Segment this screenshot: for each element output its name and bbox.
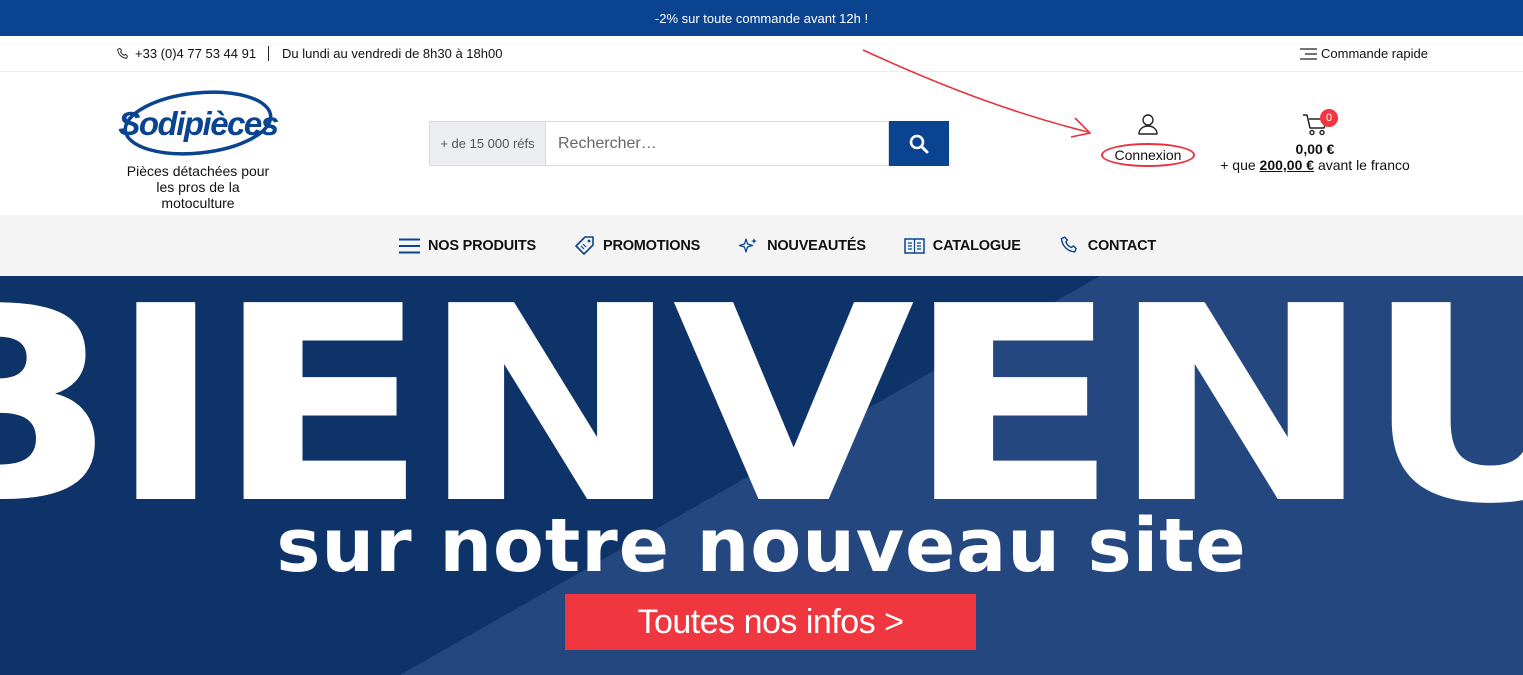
franco-suffix: avant le franco xyxy=(1317,157,1410,173)
logo-mark: Sodipièces xyxy=(118,90,280,156)
free-shipping-note: + que 200,00 € avant le franco xyxy=(1210,157,1420,173)
nav-label: PROMOTIONS xyxy=(602,237,701,254)
nav-item-contact[interactable]: CONTACT xyxy=(1059,235,1156,256)
search-bar: + de 15 000 réfs xyxy=(429,121,949,166)
logo-wordmark: Sodipièces xyxy=(118,105,278,142)
nav-label: CATALOGUE xyxy=(932,237,1021,254)
search-icon xyxy=(909,134,929,153)
menu-icon xyxy=(399,238,420,253)
phone-contact[interactable]: +33 (0)4 77 53 44 91 xyxy=(116,46,256,61)
nav-item-catalogue[interactable]: CATALOGUE xyxy=(904,237,1021,255)
nav-item-promotions[interactable]: PROMOTIONS xyxy=(574,235,700,256)
logo-tagline: Pièces détachées pour les pros de la mot… xyxy=(126,163,270,211)
promo-banner: -2% sur toute commande avant 12h ! xyxy=(0,0,1523,36)
top-info-bar: +33 (0)4 77 53 44 91 Du lundi au vendred… xyxy=(0,36,1523,72)
nav-item-new[interactable]: NOUVEAUTÉS xyxy=(738,237,866,255)
tag-icon xyxy=(575,236,594,255)
hero-banner[interactable]: BIENVENUE sur notre nouveau site Toutes … xyxy=(0,276,1523,675)
divider xyxy=(268,46,269,61)
cart-icon-wrap: 0 xyxy=(1302,109,1338,138)
account-login[interactable]: Connexion xyxy=(1100,113,1196,167)
nav-label: NOS PRODUITS xyxy=(428,237,536,254)
hero-subtitle: sur notre nouveau site xyxy=(276,503,1247,589)
opening-hours: Du lundi au vendredi de 8h30 à 18h00 xyxy=(282,46,503,61)
user-icon xyxy=(1138,114,1158,135)
nav-label: CONTACT xyxy=(1087,237,1157,254)
reference-count: + de 15 000 réfs xyxy=(429,121,545,166)
quick-order-label: Commande rapide xyxy=(1321,46,1428,61)
mini-cart[interactable]: 0 0,00 € + que 200,00 € avant le franco xyxy=(1210,109,1420,173)
list-icon xyxy=(1300,47,1317,60)
site-logo[interactable]: Sodipièces Pièces détachées pour les pro… xyxy=(118,90,280,211)
search-input[interactable] xyxy=(545,121,889,166)
phone-icon xyxy=(1060,236,1077,253)
franco-prefix: + que xyxy=(1220,157,1256,173)
phone-icon xyxy=(117,47,128,59)
hero-title: BIENVENUE xyxy=(0,276,1523,563)
sparkle-icon xyxy=(738,237,758,253)
login-label: Connexion xyxy=(1100,143,1196,167)
catalog-icon xyxy=(904,237,925,254)
franco-amount: 200,00 € xyxy=(1259,157,1315,173)
cart-count-badge: 0 xyxy=(1320,109,1338,127)
phone-number: +33 (0)4 77 53 44 91 xyxy=(135,46,257,61)
search-button[interactable] xyxy=(889,121,949,166)
nav-item-products[interactable]: NOS PRODUITS xyxy=(399,238,536,254)
main-navigation: NOS PRODUITS PROMOTIONS NOUVEAUTÉS CATAL… xyxy=(0,215,1523,276)
cart-total: 0,00 € xyxy=(1295,141,1335,157)
nav-label: NOUVEAUTÉS xyxy=(767,237,866,254)
hero-cta-button[interactable]: Toutes nos infos > xyxy=(565,594,976,650)
quick-order-link[interactable]: Commande rapide xyxy=(1300,46,1428,61)
promo-text: -2% sur toute commande avant 12h ! xyxy=(654,10,869,26)
